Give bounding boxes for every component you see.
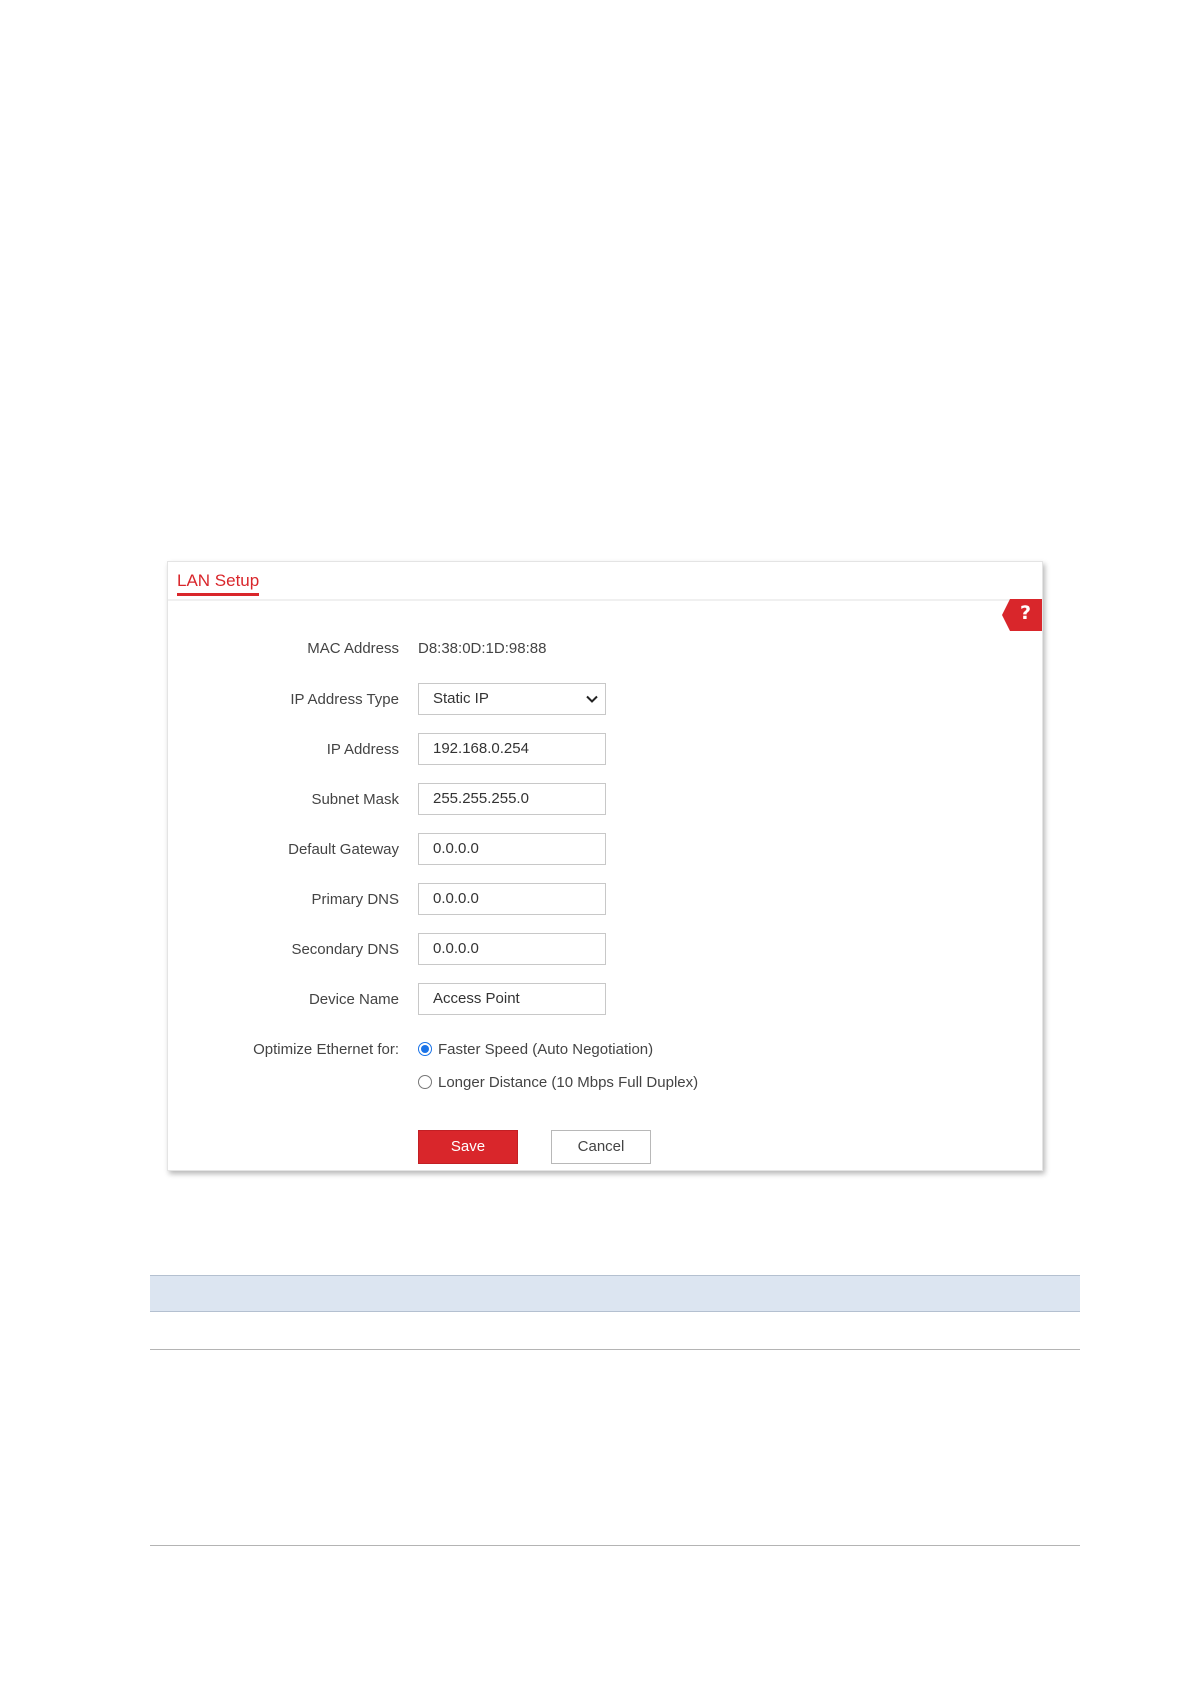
ip-address-input[interactable]: 192.168.0.254 xyxy=(418,733,606,765)
chevron-down-icon xyxy=(586,695,598,703)
subnet-mask-input[interactable]: 255.255.255.0 xyxy=(418,783,606,815)
device-name-input[interactable]: Access Point xyxy=(418,983,606,1015)
table-bottom-divider xyxy=(150,1545,1080,1546)
default-gateway-input[interactable]: 0.0.0.0 xyxy=(418,833,606,865)
help-label: ? xyxy=(1020,602,1032,624)
panel-title[interactable]: LAN Setup xyxy=(177,571,260,596)
lan-setup-panel: LAN Setup ? MAC Address D8:38:0D:1D:98:8… xyxy=(167,561,1043,1171)
ip-address-label: IP Address xyxy=(326,741,399,758)
default-gateway-label: Default Gateway xyxy=(288,841,399,858)
secondary-dns-label: Secondary DNS xyxy=(291,941,399,958)
panel-header: LAN Setup xyxy=(168,562,1042,601)
radio-label-longer-distance: Longer Distance (10 Mbps Full Duplex) xyxy=(438,1074,699,1091)
ip-address-type-label: IP Address Type xyxy=(290,691,399,708)
device-name-row: Device Name Access Point xyxy=(168,983,1042,1017)
secondary-dns-input[interactable]: 0.0.0.0 xyxy=(418,933,606,965)
primary-dns-input[interactable]: 0.0.0.0 xyxy=(418,883,606,915)
table-header xyxy=(150,1275,1080,1312)
mac-address-value: D8:38:0D:1D:98:88 xyxy=(418,640,547,657)
radio-option-longer-distance[interactable]: Longer Distance (10 Mbps Full Duplex) xyxy=(418,1072,698,1094)
primary-dns-label: Primary DNS xyxy=(311,891,399,908)
primary-dns-row: Primary DNS 0.0.0.0 xyxy=(168,883,1042,917)
subnet-mask-row: Subnet Mask 255.255.255.0 xyxy=(168,783,1042,817)
optimize-ethernet-row: Optimize Ethernet for: Faster Speed (Aut… xyxy=(168,1033,1042,1091)
radio-button-checked[interactable] xyxy=(418,1042,432,1056)
subnet-mask-label: Subnet Mask xyxy=(311,791,399,808)
ip-address-type-select[interactable]: Static IP xyxy=(418,683,606,715)
form-actions: Save Cancel xyxy=(168,1130,1042,1164)
cancel-button[interactable]: Cancel xyxy=(551,1130,651,1164)
mac-address-label: MAC Address xyxy=(307,640,399,657)
radio-option-faster-speed[interactable]: Faster Speed (Auto Negotiation) xyxy=(418,1039,653,1061)
radio-button-unchecked[interactable] xyxy=(418,1075,432,1089)
secondary-dns-row: Secondary DNS 0.0.0.0 xyxy=(168,933,1042,967)
radio-label-faster-speed: Faster Speed (Auto Negotiation) xyxy=(438,1041,654,1058)
device-name-label: Device Name xyxy=(308,991,399,1008)
mac-address-row: MAC Address D8:38:0D:1D:98:88 xyxy=(168,632,1042,666)
ip-address-row: IP Address 192.168.0.254 xyxy=(168,733,1042,767)
ip-address-type-row: IP Address Type Static IP xyxy=(168,683,1042,717)
save-button[interactable]: Save xyxy=(418,1130,518,1164)
table-divider xyxy=(150,1349,1080,1350)
default-gateway-row: Default Gateway 0.0.0.0 xyxy=(168,833,1042,867)
ip-address-type-selected: Static IP xyxy=(433,690,489,707)
help-button[interactable]: ? xyxy=(1002,599,1042,631)
optimize-ethernet-label: Optimize Ethernet for: xyxy=(253,1041,399,1058)
